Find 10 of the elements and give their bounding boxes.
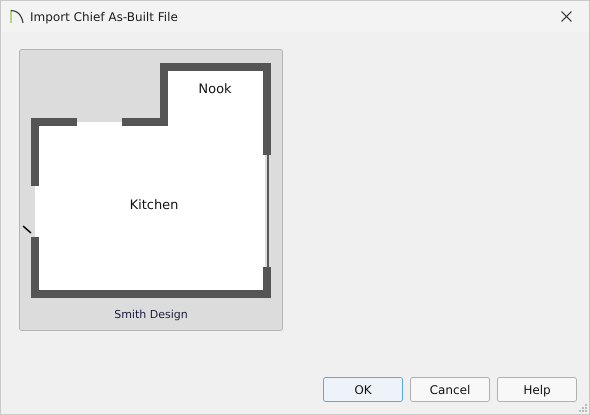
- design-name: Smith Design: [114, 308, 188, 321]
- resize-grip-icon: [578, 403, 587, 412]
- dialog-button[interactable]: OK: [323, 377, 403, 402]
- room-label: Kitchen: [130, 198, 178, 213]
- room-label: Nook: [198, 82, 232, 97]
- dialog-button[interactable]: Cancel: [410, 377, 490, 402]
- dialog-button[interactable]: Help: [497, 377, 577, 402]
- app-logo-icon: [10, 9, 24, 24]
- window-title: Import Chief As-Built File: [30, 10, 179, 24]
- close-icon[interactable]: [560, 11, 572, 22]
